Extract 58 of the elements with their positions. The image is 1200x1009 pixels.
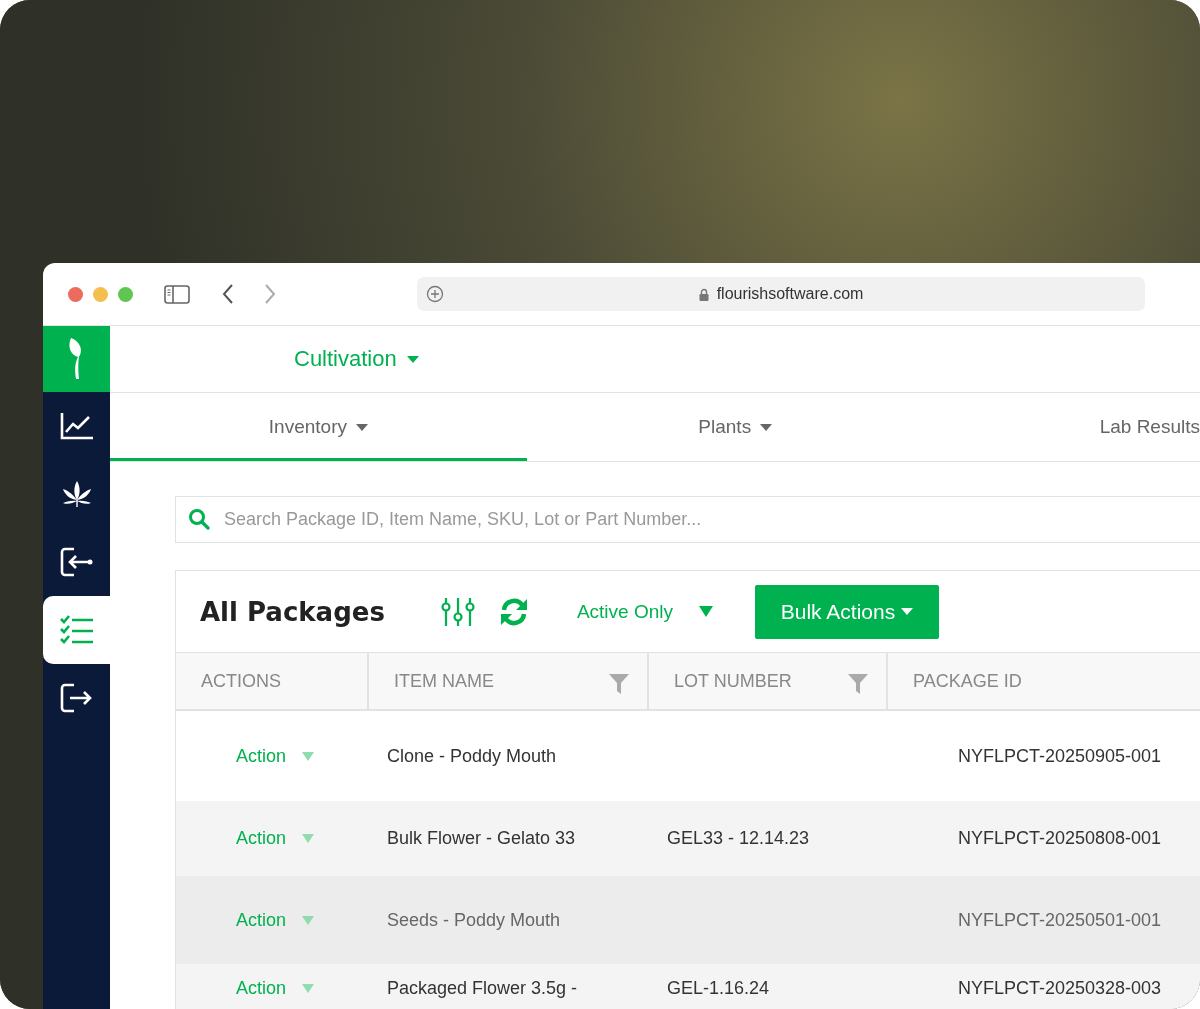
filter-icon[interactable] [609, 674, 629, 694]
filter-icon[interactable] [848, 674, 868, 694]
plus-circle-icon[interactable] [426, 285, 444, 303]
cannabis-leaf-icon [60, 480, 93, 508]
lock-icon [698, 287, 709, 301]
table-row[interactable]: Action Bulk Flower - Gelato 33 GEL33 - 12.14.23 NYFLPCT-20250808-001 [176, 801, 1200, 876]
caret-icon [698, 606, 713, 617]
table-cell: NYFLPCT-20250808-001 [958, 828, 1162, 848]
status-filter-dropdown[interactable]: Active Only [576, 600, 713, 623]
nav-tab[interactable]: Plants [526, 393, 944, 461]
caret-icon [302, 915, 315, 925]
caret-icon [760, 423, 773, 431]
action-dropdown[interactable]: Action [236, 828, 315, 849]
sidebar-toggle-icon[interactable] [164, 284, 190, 304]
table-cell: NYFLPCT-20250501-001 [958, 909, 1162, 930]
table-cell: GEL33 - 12.14.23 [667, 828, 810, 848]
close-window-icon[interactable] [68, 286, 83, 302]
refresh-icon[interactable] [498, 596, 529, 627]
module-dropdown[interactable]: Cultivation [294, 346, 419, 372]
table-cell: Seeds - Poddy Mouth [387, 909, 561, 930]
nav-tab[interactable]: Inventory [110, 393, 527, 461]
caret-icon [302, 984, 315, 993]
caret-icon [302, 834, 315, 843]
action-dropdown[interactable]: Action [236, 978, 315, 999]
maximize-window-icon[interactable] [118, 286, 133, 302]
forward-icon[interactable] [264, 284, 276, 304]
line-chart-icon [59, 412, 94, 440]
table-row[interactable]: Action Packaged Flower 3.5g - GEL-1.16.24 NYFLPCT-20250328-003 [176, 964, 1200, 1009]
sign-in-icon [59, 547, 94, 577]
table-cell: Bulk Flower - Gelato 33 [387, 828, 576, 848]
caret-icon [406, 355, 419, 363]
column-header[interactable]: PACKAGE ID [888, 653, 1200, 709]
table-cell: NYFLPCT-20250328-003 [958, 978, 1162, 998]
panel-title: All Packages [200, 596, 385, 627]
action-dropdown[interactable]: Action [236, 909, 315, 931]
caret-icon [356, 423, 368, 431]
table-cell: NYFLPCT-20250905-001 [958, 745, 1162, 766]
caret-icon [302, 751, 315, 761]
table-row[interactable]: Action Seeds - Poddy Mouth NYFLPCT-20250501-001 [176, 876, 1200, 964]
action-dropdown[interactable]: Action [236, 745, 315, 767]
nav-tab[interactable]: Lab Results [943, 393, 1200, 461]
sign-out-icon [59, 683, 94, 713]
table-cell: Packaged Flower 3.5g - [387, 978, 578, 998]
table-cell: Clone - Poddy Mouth [387, 745, 557, 766]
search-field[interactable]: Search Package ID, Item Name, SKU, Lot or Part Number... [175, 496, 1200, 543]
bulk-actions-button[interactable]: Bulk Actions [754, 584, 939, 639]
sliders-icon[interactable] [440, 596, 475, 627]
table-cell: GEL-1.16.24 [667, 978, 770, 998]
logo-tile[interactable] [43, 326, 110, 392]
column-header[interactable]: ITEM NAME [369, 653, 649, 709]
minimize-window-icon[interactable] [93, 286, 108, 302]
column-header[interactable]: LOT NUMBER [649, 653, 888, 709]
url-text: flourishsoftware.com [716, 285, 864, 303]
checklist-icon [59, 615, 94, 645]
address-bar[interactable]: flourishsoftware.com [417, 277, 1145, 311]
caret-icon [901, 608, 914, 615]
column-header[interactable]: ACTIONS [176, 653, 369, 709]
back-icon[interactable] [222, 284, 234, 304]
